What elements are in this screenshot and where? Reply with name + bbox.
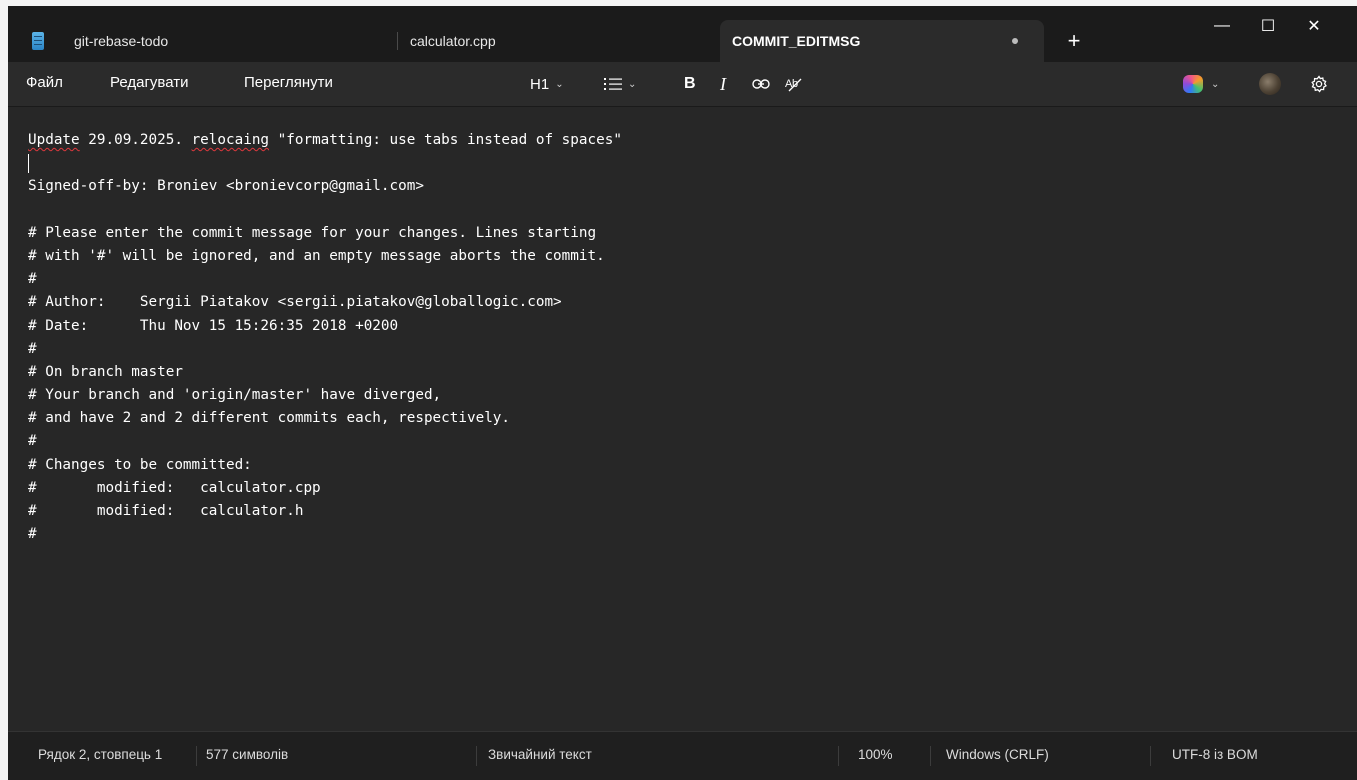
editor-line: # Changes to be committed: xyxy=(28,456,252,473)
chevron-down-icon: ⌄ xyxy=(555,78,564,90)
editor-line: # modified: calculator.cpp xyxy=(28,479,321,496)
tab-divider xyxy=(397,32,398,50)
notepad-icon xyxy=(32,32,44,50)
status-divider xyxy=(196,746,197,766)
menu-edit[interactable]: Редагувати xyxy=(110,74,189,91)
text-caret xyxy=(28,154,29,174)
zoom-level[interactable]: 100% xyxy=(858,747,893,762)
editor-line xyxy=(28,152,622,175)
menu-view[interactable]: Переглянути xyxy=(244,74,333,91)
clear-formatting-icon: A b xyxy=(785,78,802,92)
clear-formatting-button[interactable]: A b xyxy=(784,72,804,96)
editor-content[interactable]: Update 29.09.2025. relocaing "formatting… xyxy=(28,129,622,546)
editor-line: # and have 2 and 2 different commits eac… xyxy=(28,410,511,427)
editor-line: # Your branch and 'origin/master' have d… xyxy=(28,387,442,404)
editor-line: # xyxy=(28,526,37,543)
minimize-button[interactable]: — xyxy=(1199,6,1245,46)
editor-line: # On branch master xyxy=(28,363,183,380)
bold-icon: B xyxy=(684,75,696,92)
title-bar: git-rebase-todo calculator.cpp COMMIT_ED… xyxy=(8,6,1357,62)
italic-button[interactable]: I xyxy=(720,72,726,96)
copilot-icon xyxy=(1183,75,1203,93)
editor-line: # modified: calculator.h xyxy=(28,503,304,519)
cursor-position: Рядок 2, стовпець 1 xyxy=(38,747,163,762)
plus-icon: + xyxy=(1067,28,1081,53)
link-icon xyxy=(752,79,770,89)
encoding[interactable]: UTF-8 із BOM xyxy=(1172,747,1258,762)
tab-label: git-rebase-todo xyxy=(74,33,169,49)
editor-line: Signed-off-by: Broniev <bronievcorp@gmai… xyxy=(28,178,424,195)
close-button[interactable]: ✕ xyxy=(1291,6,1337,46)
text-format[interactable]: Звичайний текст xyxy=(488,747,592,762)
editor-line: Update 29.09.2025. relocaing "formatting… xyxy=(28,132,622,148)
menu-file[interactable]: Файл xyxy=(26,74,63,91)
chevron-down-icon: ⌄ xyxy=(628,78,637,90)
gear-icon xyxy=(1311,75,1327,93)
notepad-window: git-rebase-todo calculator.cpp COMMIT_ED… xyxy=(8,6,1357,780)
minimize-icon: — xyxy=(1214,17,1230,34)
italic-icon: I xyxy=(720,73,726,94)
status-divider xyxy=(930,746,931,766)
spell-error: Update xyxy=(28,132,80,148)
maximize-button[interactable]: ☐ xyxy=(1245,6,1291,46)
editor-line: # Please enter the commit message for yo… xyxy=(28,224,597,241)
unsaved-dot-icon[interactable] xyxy=(1012,38,1018,44)
line-ending[interactable]: Windows (CRLF) xyxy=(946,747,1049,762)
status-divider xyxy=(476,746,477,766)
editor-line: # xyxy=(28,340,37,357)
status-divider xyxy=(838,746,839,766)
editor-line: # with '#' will be ignored, and an empty… xyxy=(28,247,605,264)
heading-dropdown[interactable]: H1 ⌄ xyxy=(530,72,564,96)
editor-line: # Author: Sergii Piatakov <sergii.piatak… xyxy=(28,294,562,311)
heading-label: H1 xyxy=(530,75,550,93)
bold-button[interactable]: B xyxy=(684,72,696,96)
tab-calculator-cpp[interactable]: calculator.cpp xyxy=(400,20,718,62)
maximize-icon: ☐ xyxy=(1260,18,1276,35)
link-button[interactable] xyxy=(752,72,770,96)
chevron-down-icon: ⌄ xyxy=(1211,78,1220,90)
tab-label: COMMIT_EDITMSG xyxy=(732,33,861,49)
account-button[interactable] xyxy=(1259,72,1281,96)
avatar xyxy=(1259,73,1281,95)
settings-button[interactable] xyxy=(1310,72,1328,96)
tab-git-rebase-todo[interactable]: git-rebase-todo xyxy=(22,20,378,62)
tab-commit-editmsg[interactable]: COMMIT_EDITMSG xyxy=(720,20,1044,62)
status-divider xyxy=(1150,746,1151,766)
list-dropdown[interactable]: ⌄ xyxy=(604,72,636,96)
svg-text:b: b xyxy=(792,78,798,90)
character-count: 577 символів xyxy=(206,747,289,762)
list-icon xyxy=(604,78,622,90)
menu-bar: Файл Редагувати Переглянути H1 ⌄ ⌄ B I A… xyxy=(8,62,1357,107)
editor-line: # xyxy=(28,271,37,288)
new-tab-button[interactable]: + xyxy=(1051,20,1097,62)
editor-line: # Date: Thu Nov 15 15:26:35 2018 +0200 xyxy=(28,317,399,334)
text-editor[interactable]: Update 29.09.2025. relocaing "formatting… xyxy=(8,107,1357,732)
spell-error: relocaing xyxy=(191,132,270,148)
close-icon: ✕ xyxy=(1307,18,1321,35)
copilot-button[interactable]: ⌄ xyxy=(1183,72,1219,96)
editor-line: # xyxy=(28,433,37,450)
tab-label: calculator.cpp xyxy=(410,33,496,49)
status-bar: Рядок 2, стовпець 1 577 символів Звичайн… xyxy=(8,731,1357,780)
